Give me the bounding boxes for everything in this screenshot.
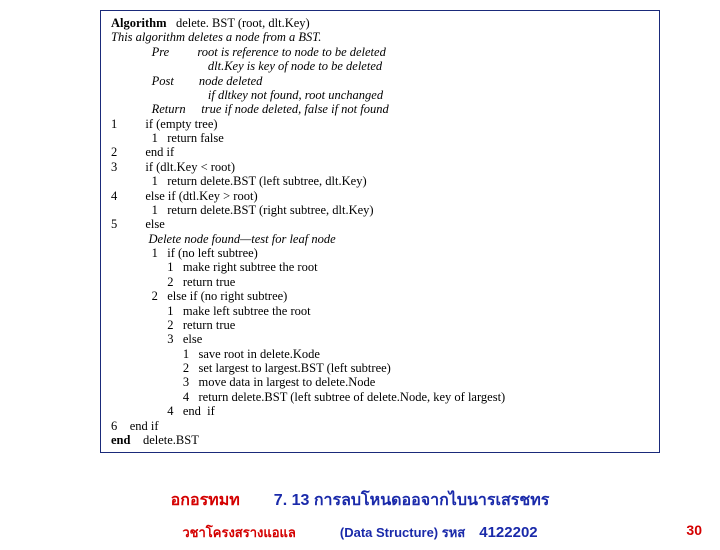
algorithm-box: Algorithm delete. BST (root, dlt.Key) Th… [100,10,660,453]
algo-l5j: 2 set largest to largest.BST (left subtr… [111,361,649,375]
algo-pre2: dlt.Key is key of node to be deleted [111,59,649,73]
algo-l5i: 1 save root in delete.Kode [111,347,649,361]
algo-return: Return true if node deleted, false if no… [111,102,649,116]
algo-l2: 2 end if [111,145,649,159]
algo-l6: 6 end if [111,419,649,433]
slide-title: 7. 13 การลบโหนดออจากไบนารเสรชทร [274,488,550,513]
algo-l5e: 2 else if (no right subtree) [111,289,649,303]
algo-end: end delete.BST [111,433,649,447]
algo-l1a: 1 return false [111,131,649,145]
algo-post1: Post node deleted [111,74,649,88]
algo-heading: Algorithm delete. BST (root, dlt.Key) [111,16,649,30]
algo-post2: if dltkey not found, root unchanged [111,88,649,102]
algo-l5b: 1 if (no left subtree) [111,246,649,260]
algo-l5d: 2 return true [111,275,649,289]
algo-l5c: 1 make right subtree the root [111,260,649,274]
algo-l5m: 4 end if [111,404,649,418]
algo-desc: This algorithm deletes a node from a BST… [111,30,649,44]
algo-l5f: 1 make left subtree the root [111,304,649,318]
footer-row1: อกอรทมท 7. 13 การลบโหนดออจากไบนารเสรชทร [0,488,720,513]
algo-l4a: 1 return delete.BST (right subtree, dlt.… [111,203,649,217]
algo-l5h: 3 else [111,332,649,346]
page-number: 30 [686,522,702,538]
algo-l1: 1 if (empty tree) [111,117,649,131]
course-code: 4122202 [479,524,537,541]
algo-l3a: 1 return delete.BST (left subtree, dlt.K… [111,174,649,188]
algo-label: อกอรทมท [171,488,240,513]
algo-l5l: 4 return delete.BST (left subtree of del… [111,390,649,404]
algo-l4: 4 else if (dtl.Key > root) [111,189,649,203]
algo-l3: 3 if (dlt.Key < root) [111,160,649,174]
algo-l5k: 3 move data in largest to delete.Node [111,375,649,389]
algo-l5a: Delete node found—test for leaf node [111,232,649,246]
algo-l5: 5 else [111,217,649,231]
algo-pre1: Pre root is reference to node to be dele… [111,45,649,59]
algo-l5g: 2 return true [111,318,649,332]
